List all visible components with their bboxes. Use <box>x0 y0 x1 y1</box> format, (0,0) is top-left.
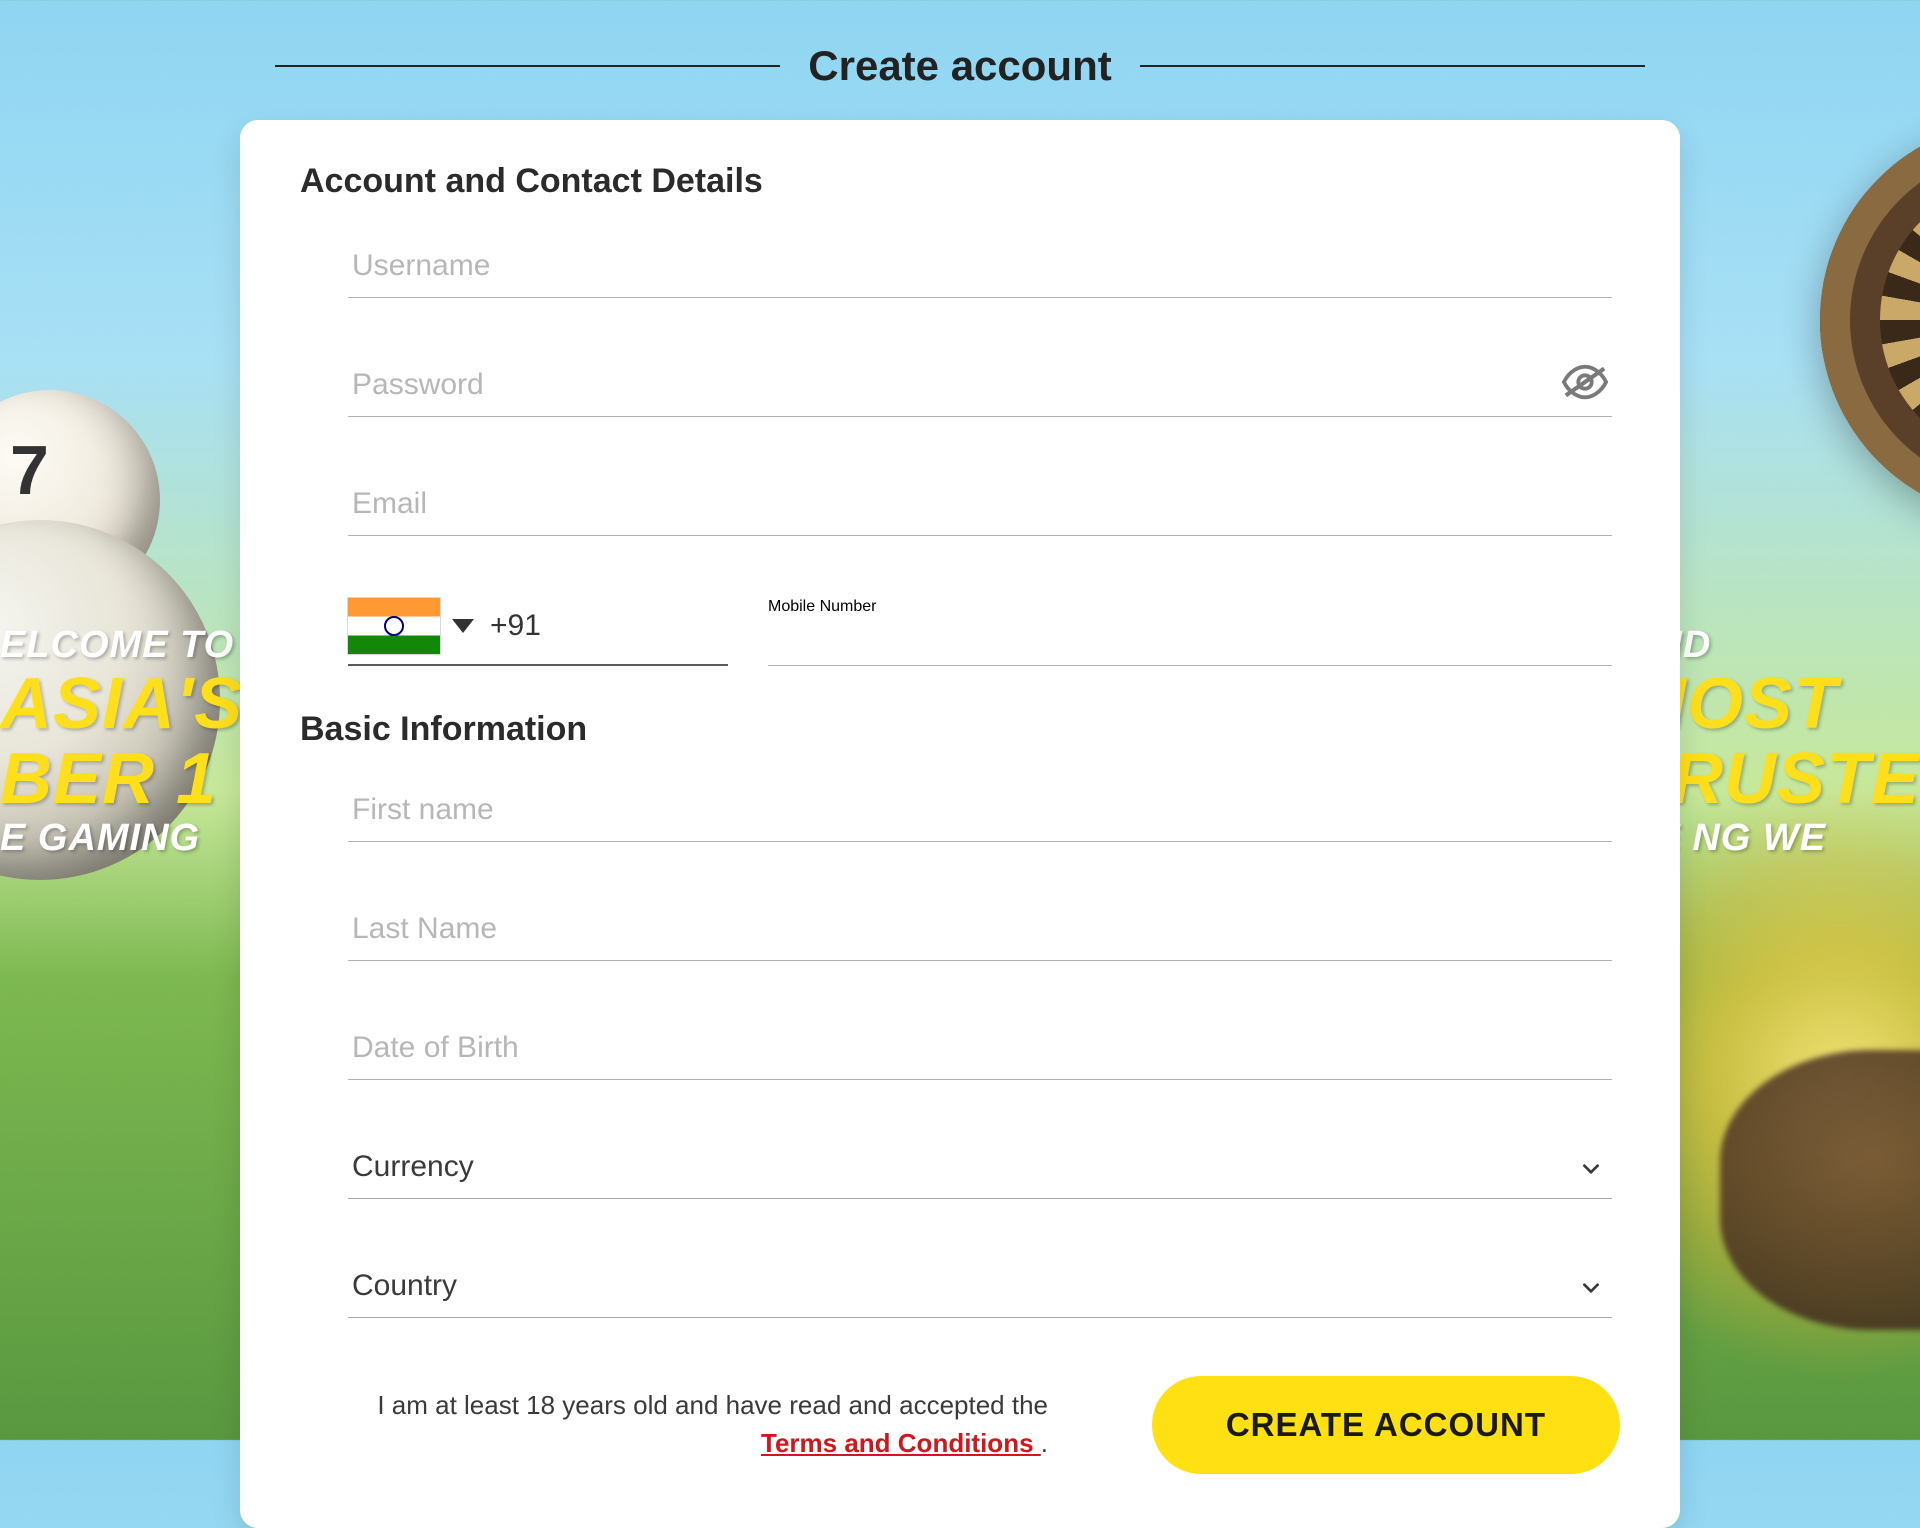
dropdown-triangle-icon <box>452 619 474 633</box>
dial-code: +91 <box>488 609 541 643</box>
chevron-down-icon <box>1580 1277 1602 1299</box>
agreement-after: . <box>1041 1428 1048 1458</box>
country-select[interactable]: Country <box>348 1261 1612 1318</box>
agreement-text: I am at least 18 years old and have read… <box>348 1387 1048 1462</box>
title-divider-left <box>275 65 780 67</box>
section-basic-title: Basic Information <box>300 710 1620 749</box>
promo-left-line4: E GAMING <box>0 818 243 860</box>
section-account-title: Account and Contact Details <box>300 162 1620 201</box>
create-account-button[interactable]: CREATE ACCOUNT <box>1152 1376 1620 1474</box>
page-title: Create account <box>780 42 1139 90</box>
dob-input[interactable]: Date of Birth <box>348 1023 1612 1079</box>
roulette-wheel <box>1820 120 1920 520</box>
lottery-ball-7 <box>0 390 160 610</box>
password-field[interactable]: Password <box>348 360 1612 417</box>
country-code-select[interactable]: +91 <box>348 598 728 666</box>
promo-left-line2: ASIA'S <box>0 667 243 743</box>
chevron-down-icon <box>1580 1158 1602 1180</box>
promo-text-left: ELCOME TO ASIA'S BER 1 E GAMING <box>0 625 243 860</box>
dob-field[interactable]: Date of Birth <box>348 1023 1612 1080</box>
username-input[interactable]: Username <box>348 241 1612 297</box>
mobile-field[interactable]: Mobile Number <box>768 598 1612 666</box>
username-field[interactable]: Username <box>348 241 1612 298</box>
firstname-field[interactable]: First name <box>348 785 1612 842</box>
email-input[interactable]: Email <box>348 479 1612 535</box>
phone-row: +91 Mobile Number <box>348 598 1612 666</box>
promo-left-line3: BER 1 <box>0 742 243 818</box>
country-value: Country <box>348 1261 1612 1317</box>
lastname-field[interactable]: Last Name <box>348 904 1612 961</box>
page-title-row: Create account <box>275 42 1645 90</box>
india-flag-icon <box>348 598 440 654</box>
lastname-input[interactable]: Last Name <box>348 904 1612 960</box>
terms-link[interactable]: Terms and Conditions <box>761 1428 1041 1458</box>
firstname-input[interactable]: First name <box>348 785 1612 841</box>
mobile-input[interactable]: Mobile Number <box>768 598 1612 630</box>
signup-card: Account and Contact Details Username Pas… <box>240 120 1680 1528</box>
title-divider-right <box>1140 65 1645 67</box>
agreement-before: I am at least 18 years old and have read… <box>377 1390 1048 1420</box>
password-input[interactable]: Password <box>348 360 1612 416</box>
currency-select[interactable]: Currency <box>348 1142 1612 1199</box>
footer-row: I am at least 18 years old and have read… <box>300 1376 1620 1474</box>
promo-left-line1: ELCOME TO <box>0 625 243 667</box>
horse-silhouette <box>1720 1050 1920 1330</box>
eye-off-icon[interactable] <box>1562 364 1608 400</box>
email-field[interactable]: Email <box>348 479 1612 536</box>
currency-value: Currency <box>348 1142 1612 1198</box>
